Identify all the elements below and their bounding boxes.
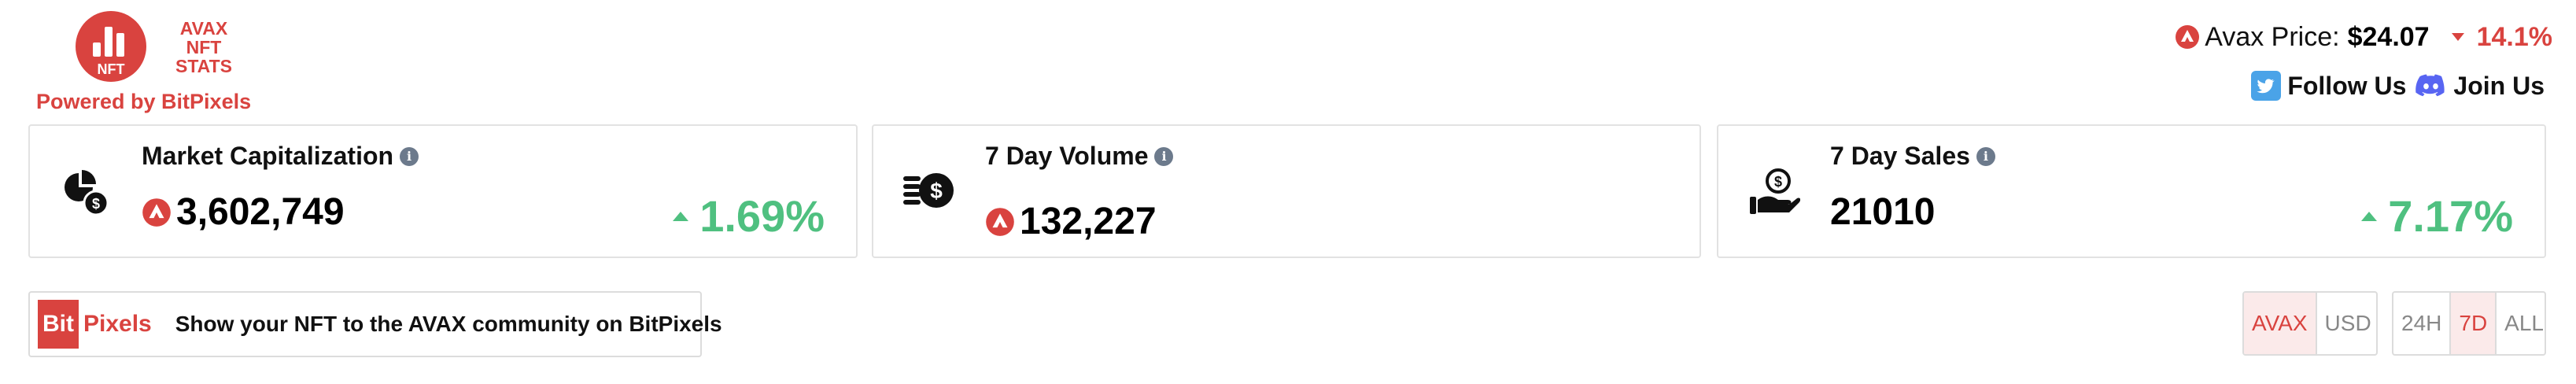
site-logo[interactable]: NFT AVAX NFT STATS	[76, 11, 258, 87]
sales-change: 7.17%	[2361, 190, 2513, 242]
price-change: 14.1%	[2476, 21, 2552, 52]
logo-chart-icon: NFT	[76, 11, 146, 82]
market-cap-title: Market Capitalization i	[142, 142, 419, 171]
discord-icon	[2415, 74, 2445, 97]
join-us-label: Join Us	[2453, 71, 2545, 100]
market-cap-card: $ Market Capitalization i 3,602,749 1.69…	[28, 124, 858, 258]
market-cap-value: 3,602,749	[142, 190, 345, 234]
volume-amount: 132,227	[1020, 201, 1157, 242]
currency-usd-button[interactable]: USD	[2315, 293, 2376, 354]
market-cap-change-text: 1.69%	[699, 191, 825, 241]
avax-logo-icon	[986, 207, 1014, 236]
up-arrow-icon	[2361, 211, 2378, 221]
logo-badge: NFT	[98, 61, 125, 77]
volume-title: 7 Day Volume i	[985, 142, 1174, 171]
sales-change-text: 7.17%	[2388, 191, 2513, 241]
bitpixels-logo-pixels: Pixels	[83, 311, 152, 337]
logo-line-2: NFT	[186, 37, 222, 57]
hand-coin-icon: $	[1750, 168, 1800, 214]
market-cap-title-text: Market Capitalization	[142, 142, 394, 170]
volume-value: 132,227	[985, 200, 1157, 243]
bitpixels-promo-banner[interactable]: Bit Pixels Show your NFT to the AVAX com…	[28, 291, 722, 357]
period-all-button[interactable]: ALL	[2495, 293, 2545, 354]
info-icon[interactable]: i	[1976, 146, 1995, 166]
volume-card: $ 7 Day Volume i 132,227	[872, 124, 1701, 258]
svg-text:$: $	[1774, 174, 1782, 190]
logo-line-1: AVAX	[179, 18, 228, 39]
price-label: Avax Price:	[2205, 21, 2340, 52]
logo-line-3: STATS	[175, 56, 232, 76]
follow-us-link[interactable]: Follow Us	[2251, 71, 2406, 101]
svg-text:$: $	[930, 179, 943, 203]
period-24h-button[interactable]: 24H	[2393, 293, 2449, 354]
price-down-arrow-icon	[2451, 33, 2464, 41]
powered-by-link[interactable]: Powered by BitPixels	[36, 90, 251, 114]
sales-card: $ 7 Day Sales i 21010 7.17%	[1717, 124, 2546, 258]
twitter-icon	[2251, 71, 2282, 101]
avax-logo-icon	[2176, 25, 2200, 49]
currency-avax-button[interactable]: AVAX	[2244, 293, 2316, 354]
market-cap-amount: 3,602,749	[176, 191, 345, 233]
avax-price: Avax Price: $24.07 14.1%	[2175, 19, 2552, 55]
promo-text: Show your NFT to the AVAX community on B…	[175, 312, 722, 336]
bitpixels-logo: Bit Pixels	[38, 300, 152, 349]
currency-toggle: AVAX USD	[2242, 291, 2378, 356]
sales-title: 7 Day Sales i	[1830, 142, 1995, 171]
info-icon[interactable]: i	[400, 146, 419, 166]
svg-text:$: $	[92, 196, 100, 212]
sales-title-text: 7 Day Sales	[1830, 142, 1970, 170]
social-links: Follow Us Join Us	[2251, 68, 2545, 104]
sales-amount: 21010	[1830, 191, 1936, 233]
pie-chart-dollar-icon: $	[65, 170, 109, 216]
market-cap-change: 1.69%	[673, 190, 825, 242]
logo-wordmark: AVAX NFT STATS	[153, 19, 255, 76]
avax-logo-icon	[142, 198, 171, 227]
period-toggle: 24H 7D ALL	[2392, 291, 2546, 356]
period-7d-button[interactable]: 7D	[2449, 293, 2496, 354]
join-us-link[interactable]: Join Us	[2415, 72, 2545, 101]
info-icon[interactable]: i	[1154, 146, 1174, 166]
price-value: $24.07	[2347, 21, 2430, 52]
sales-value: 21010	[1830, 190, 1935, 234]
follow-us-label: Follow Us	[2287, 71, 2407, 100]
money-stack-icon: $	[903, 173, 954, 208]
volume-title-text: 7 Day Volume	[985, 142, 1149, 170]
bitpixels-logo-bit: Bit	[38, 300, 79, 349]
up-arrow-icon	[673, 211, 689, 221]
